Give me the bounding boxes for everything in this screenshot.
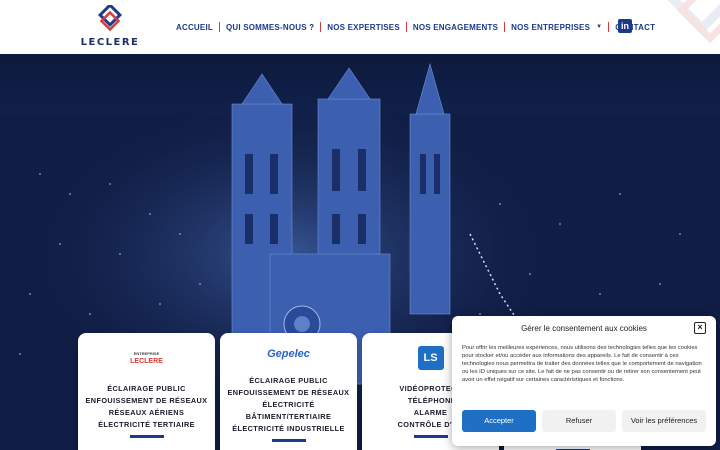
nav-separator: [504, 22, 506, 32]
nav-item-qui-sommes-nous[interactable]: QUI SOMMES-NOUS ?: [226, 23, 314, 32]
main-nav: ACCUEIL QUI SOMMES-NOUS ? NOS EXPERTISES…: [176, 20, 655, 34]
company-card-gepelec[interactable]: Gepelec ÉCLAIRAGE PUBLIC ENFOUISSEMENT D…: [220, 333, 357, 450]
card-service-line: ÉLECTRICITÉ: [262, 400, 315, 409]
leclere-brand-subtitle: ENTREPRISE: [133, 351, 160, 356]
gepelec-brand-logo: Gepelec: [267, 348, 310, 360]
accept-cookies-button[interactable]: Accepter: [462, 410, 536, 432]
card-brand-area: Gepelec: [220, 333, 357, 375]
logo-text: LECLERE: [80, 37, 140, 48]
card-underline: [413, 435, 448, 438]
decorative-diamond-shape: [667, 0, 720, 44]
cookie-dialog-text: Pour offrir les meilleures expériences, …: [462, 345, 702, 383]
card-underline: [271, 439, 306, 442]
card-service-line: ENFOUISSEMENT DE RÉSEAUX: [227, 388, 350, 397]
refuse-cookies-button[interactable]: Refuser: [542, 410, 616, 432]
card-service-line: ÉCLAIRAGE PUBLIC: [249, 376, 328, 385]
nav-separator: [608, 22, 610, 32]
nav-item-nos-entreprises-label: NOS ENTREPRISES: [511, 22, 591, 32]
nav-separator: [218, 22, 220, 32]
nav-separator: [405, 22, 407, 32]
card-brand-area: ENTREPRISE LECLERE: [78, 333, 215, 383]
card-service-line: ÉCLAIRAGE PUBLIC: [107, 384, 186, 393]
nav-item-nos-expertises[interactable]: NOS EXPERTISES: [327, 23, 400, 32]
card-service-line: ÉLECTRICITÉ TERTIAIRE: [98, 420, 195, 429]
nav-item-nos-entreprises[interactable]: NOS ENTREPRISES ▼: [511, 23, 602, 32]
card-service-line: BÂTIMENT/TERTIAIRE: [245, 412, 332, 421]
nav-separator: [320, 22, 322, 32]
card-services: ÉCLAIRAGE PUBLIC ENFOUISSEMENT DE RÉSEAU…: [220, 375, 357, 435]
site-logo[interactable]: LECLERE: [80, 5, 140, 49]
chevron-down-icon: ▼: [596, 24, 603, 30]
linkedin-icon[interactable]: in: [618, 19, 632, 33]
leclere-logo-mark: [97, 5, 123, 32]
card-service-line: ÉLECTRICITÉ INDUSTRIELLE: [232, 424, 345, 433]
card-service-line: RÉSEAUX AÉRIENS: [108, 408, 185, 417]
card-underline: [129, 435, 164, 438]
cookie-dialog-title: Gérer le consentement aux cookies: [521, 324, 647, 333]
company-card-leclere[interactable]: ENTREPRISE LECLERE ÉCLAIRAGE PUBLIC ENFO…: [78, 333, 215, 450]
card-services: ÉCLAIRAGE PUBLIC ENFOUISSEMENT DE RÉSEAU…: [78, 383, 215, 431]
site-header: LECLERE ACCUEIL QUI SOMMES-NOUS ? NOS EX…: [0, 0, 720, 54]
cookie-preferences-button[interactable]: Voir les préférences: [622, 410, 706, 432]
ls-brand-logo: LS: [417, 346, 444, 370]
nav-item-accueil[interactable]: ACCUEIL: [176, 23, 213, 32]
cookie-consent-dialog: Gérer le consentement aux cookies × Pour…: [452, 316, 716, 446]
card-service-line: ENFOUISSEMENT DE RÉSEAUX: [85, 396, 208, 405]
close-icon[interactable]: ×: [694, 322, 706, 334]
leclere-brand-name: LECLERE: [130, 358, 163, 365]
nav-item-nos-engagements[interactable]: NOS ENGAGEMENTS: [413, 23, 498, 32]
leclere-brand-logo: ENTREPRISE LECLERE: [130, 350, 163, 366]
